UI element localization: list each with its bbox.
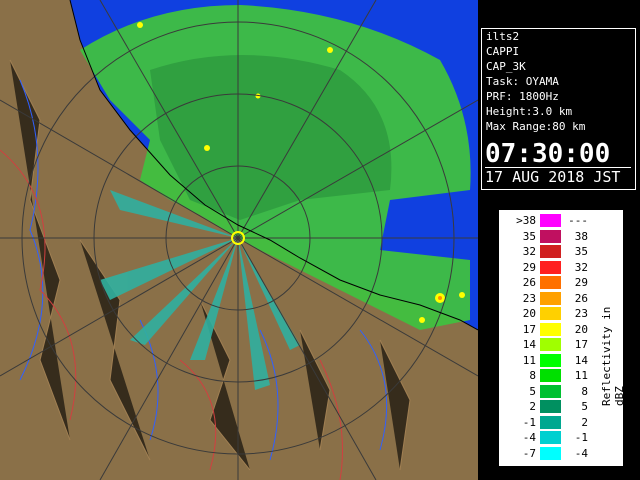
product-type: CAPPI bbox=[486, 45, 520, 58]
legend-high-value: 20 bbox=[574, 322, 588, 336]
legend-high-value: 23 bbox=[574, 307, 588, 320]
legend-low-value: 20 bbox=[522, 307, 536, 320]
legend-low-value: 8 bbox=[529, 369, 536, 382]
legend-low-value: 29 bbox=[522, 260, 536, 274]
legend-color-swatch bbox=[540, 415, 561, 429]
legend-high-value: -4 bbox=[574, 446, 588, 460]
legend-low-value: 32 bbox=[522, 245, 536, 258]
legend-color-swatch bbox=[540, 384, 561, 398]
legend-low-value: 23 bbox=[522, 291, 536, 305]
info-panel: ilts2 CAPPI CAP_3K Task: OYAMA PRF: 1800… bbox=[481, 28, 636, 190]
legend-color-swatch bbox=[540, 229, 561, 243]
observation-time: 07:30:00 bbox=[485, 139, 611, 169]
legend-low-value: >38 bbox=[516, 214, 536, 227]
legend-low-value: -1 bbox=[522, 415, 536, 429]
legend-high-value: 5 bbox=[581, 400, 588, 413]
legend-color-swatch bbox=[540, 322, 561, 336]
legend-color-swatch bbox=[540, 307, 561, 320]
legend-high-value: 26 bbox=[574, 291, 588, 305]
reflectivity-legend: >38 --- 35 38 32 35 29 32 26 29 23 26 20 23 17 20 14 17 11… bbox=[499, 210, 626, 466]
legend-color-swatch bbox=[540, 369, 561, 382]
legend-high-value: 35 bbox=[574, 245, 588, 258]
legend-color-swatch bbox=[540, 245, 561, 258]
legend-high-value: 17 bbox=[574, 338, 588, 351]
legend-color-swatch bbox=[540, 291, 561, 305]
legend-color-swatch bbox=[540, 214, 561, 227]
legend-low-value: 5 bbox=[529, 384, 536, 398]
legend-low-value: 2 bbox=[529, 400, 536, 413]
product-code: CAP_3K bbox=[486, 60, 526, 73]
max-range-label: Max Range:80 km bbox=[486, 120, 586, 133]
legend-high-value: 11 bbox=[574, 369, 588, 382]
legend-low-value: -4 bbox=[522, 431, 536, 444]
legend-low-value: 11 bbox=[522, 353, 536, 367]
legend-high-value: 14 bbox=[574, 353, 588, 367]
legend-high-value: 29 bbox=[574, 276, 588, 289]
height-label: Height:3.0 km bbox=[486, 105, 573, 118]
legend-high-value: --- bbox=[568, 214, 588, 227]
legend-color-swatch bbox=[540, 353, 561, 367]
task-label: Task: OYAMA bbox=[486, 75, 559, 88]
legend-color-swatch bbox=[540, 338, 561, 351]
legend-high-value: 38 bbox=[574, 229, 588, 243]
legend-low-value: 26 bbox=[522, 276, 536, 289]
legend-low-value: 17 bbox=[522, 322, 536, 336]
legend-unit-label: Reflectivity in dBZ bbox=[600, 306, 626, 406]
observation-date: 17 AUG 2018 JST bbox=[485, 167, 631, 186]
legend-high-value: 32 bbox=[574, 260, 588, 274]
legend-color-swatch bbox=[540, 400, 561, 413]
prf-label: PRF: 1800Hz bbox=[486, 90, 559, 103]
legend-color-swatch bbox=[540, 431, 561, 444]
legend-low-value: -7 bbox=[522, 446, 536, 460]
legend-color-swatch bbox=[540, 276, 561, 289]
legend-color-swatch bbox=[540, 446, 561, 460]
legend-high-value: -1 bbox=[574, 431, 588, 444]
legend-high-value: 8 bbox=[581, 384, 588, 398]
legend-high-value: 2 bbox=[581, 415, 588, 429]
moderate-echo-cells bbox=[438, 296, 442, 300]
site-name: ilts2 bbox=[486, 30, 520, 43]
legend-low-value: 35 bbox=[522, 229, 536, 243]
radar-map bbox=[0, 0, 478, 480]
legend-low-value: 14 bbox=[522, 338, 536, 351]
legend-color-swatch bbox=[540, 260, 561, 274]
